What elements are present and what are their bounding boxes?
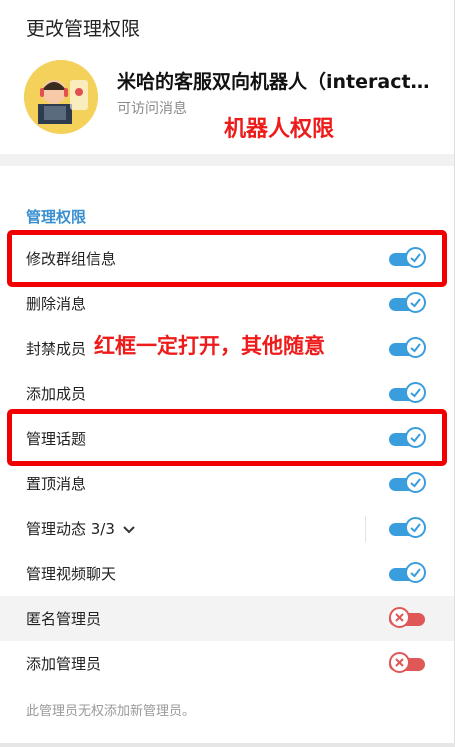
chevron-down-icon[interactable] (123, 525, 135, 534)
bot-status: 可访问消息 (117, 101, 187, 117)
permission-label: 删除消息 (26, 295, 87, 313)
page-title: 更改管理权限 (26, 18, 141, 40)
permission-label: 管理视频聊天 (26, 565, 117, 583)
check-icon (405, 382, 426, 403)
permission-row-manage-video-chats[interactable]: 管理视频聊天 (0, 551, 454, 596)
bot-name: 米哈的客服双向机器人（interacti... (117, 71, 435, 93)
cross-icon (389, 607, 410, 628)
section-title: 管理权限 (26, 208, 87, 226)
annotation-redbox-2 (7, 409, 447, 466)
permission-toggle[interactable] (389, 517, 427, 541)
permission-toggle[interactable] (389, 382, 427, 406)
permission-row-anonymous-admin[interactable]: 匿名管理员 (0, 596, 454, 641)
permission-row-add-admins[interactable]: 添加管理员 (0, 641, 454, 686)
annotation-instruction: 红框一定打开，其他随意 (94, 334, 325, 358)
check-icon (405, 292, 426, 313)
check-icon (405, 517, 426, 538)
annotation-bot-permission: 机器人权限 (224, 117, 335, 142)
annotation-redbox-1 (7, 230, 447, 287)
row-divider (365, 516, 366, 542)
permission-toggle[interactable] (389, 562, 427, 586)
footer-note: 此管理员无权添加新管理员。 (26, 704, 196, 719)
permission-label: 管理动态 3/3 (26, 518, 135, 539)
permission-toggle[interactable] (389, 652, 427, 676)
permission-toggle[interactable] (389, 292, 427, 316)
cross-icon (389, 652, 410, 673)
permission-toggle[interactable] (389, 607, 427, 631)
section-divider (0, 154, 454, 166)
permission-toggle[interactable] (389, 472, 427, 496)
permission-row-delete-messages[interactable]: 删除消息 (0, 281, 454, 326)
permission-toggle[interactable] (389, 337, 427, 361)
permission-label: 添加成员 (26, 385, 87, 403)
permission-label: 封禁成员 (26, 340, 87, 358)
permission-label: 匿名管理员 (26, 610, 102, 628)
check-icon (405, 472, 426, 493)
check-icon (405, 337, 426, 358)
permission-label: 添加管理员 (26, 655, 102, 673)
bot-avatar (24, 60, 98, 134)
permission-row-manage-stories[interactable]: 管理动态 3/3 (0, 506, 454, 551)
permission-label: 置顶消息 (26, 475, 87, 493)
window-bottom-edge (0, 743, 455, 747)
check-icon (405, 562, 426, 583)
permission-row-pin-messages[interactable]: 置顶消息 (0, 461, 454, 506)
